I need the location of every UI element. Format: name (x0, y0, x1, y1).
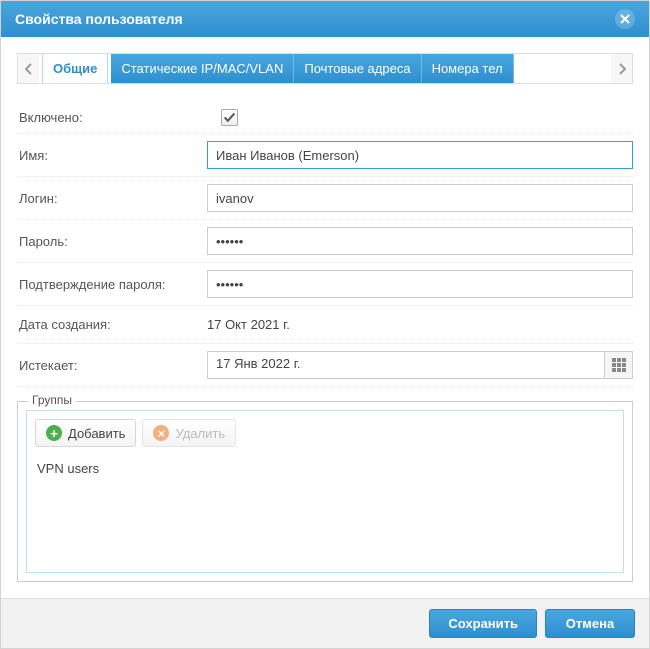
input-password[interactable] (207, 227, 633, 255)
add-group-button[interactable]: + Добавить (35, 419, 136, 447)
dialog-header: Свойства пользователя (1, 1, 649, 37)
x-icon: × (153, 425, 169, 441)
delete-group-label: Удалить (175, 426, 225, 441)
list-item[interactable]: VPN users (37, 459, 613, 478)
tab-general[interactable]: Общие (42, 53, 108, 84)
label-enabled: Включено: (17, 110, 207, 125)
row-password-confirm: Подтверждение пароля: (17, 263, 633, 306)
label-name: Имя: (17, 148, 207, 163)
input-login[interactable] (207, 184, 633, 212)
value-created: 17 Окт 2021 г. (207, 313, 633, 336)
input-password-confirm[interactable] (207, 270, 633, 298)
groups-toolbar: + Добавить × Удалить (35, 419, 615, 447)
input-name[interactable] (207, 141, 633, 169)
tab-scroll-right-icon[interactable] (611, 53, 633, 84)
dialog-body: Общие Статические IP/MAC/VLAN Почтовые а… (1, 37, 649, 598)
row-enabled: Включено: (17, 102, 633, 134)
row-password: Пароль: (17, 220, 633, 263)
plus-icon: + (46, 425, 62, 441)
value-expires: 17 Янв 2022 г. (208, 352, 604, 378)
label-login: Логин: (17, 191, 207, 206)
close-icon[interactable] (615, 9, 635, 29)
row-name: Имя: (17, 134, 633, 177)
delete-group-button[interactable]: × Удалить (142, 419, 236, 447)
cancel-button[interactable]: Отмена (545, 609, 635, 638)
tab-scroll-left-icon[interactable] (17, 53, 39, 84)
groups-panel: + Добавить × Удалить VPN users (26, 410, 624, 573)
tab-strip: Общие Статические IP/MAC/VLAN Почтовые а… (17, 53, 633, 84)
groups-legend: Группы (28, 393, 76, 407)
group-list[interactable]: VPN users (35, 457, 615, 564)
checkbox-enabled[interactable] (221, 109, 238, 126)
tab-phone-numbers[interactable]: Номера тел (422, 54, 514, 83)
calendar-icon[interactable] (604, 352, 632, 378)
date-field-expires[interactable]: 17 Янв 2022 г. (207, 351, 633, 379)
dialog-title: Свойства пользователя (15, 11, 183, 27)
tab-static-ip-mac-vlan[interactable]: Статические IP/MAC/VLAN (111, 54, 294, 83)
groups-fieldset: Группы + Добавить × Удалить VPN users (17, 401, 633, 582)
add-group-label: Добавить (68, 426, 125, 441)
user-properties-dialog: Свойства пользователя Общие Статические … (0, 0, 650, 649)
label-password: Пароль: (17, 234, 207, 249)
dialog-footer: Сохранить Отмена (1, 598, 649, 648)
tab-email-addresses[interactable]: Почтовые адреса (294, 54, 421, 83)
row-login: Логин: (17, 177, 633, 220)
label-created: Дата создания: (17, 317, 207, 332)
row-created: Дата создания: 17 Окт 2021 г. (17, 306, 633, 344)
label-password-confirm: Подтверждение пароля: (17, 277, 207, 292)
save-button[interactable]: Сохранить (429, 609, 537, 638)
label-expires: Истекает: (17, 358, 207, 373)
row-expires: Истекает: 17 Янв 2022 г. (17, 344, 633, 387)
tabs-container: Общие Статические IP/MAC/VLAN Почтовые а… (39, 53, 611, 84)
